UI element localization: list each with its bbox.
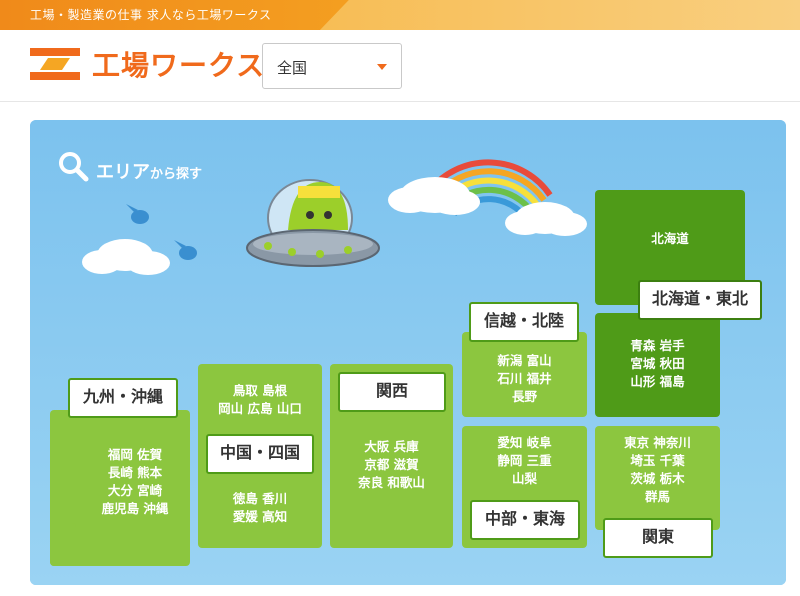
heading-main: エリア [96,162,150,183]
logo-text[interactable]: 工場ワークス [92,44,265,84]
pref-row: 大阪 兵庫 [364,439,419,454]
region-label-shinetsu[interactable]: 信越・北陸 [469,302,579,342]
pref-row: 福岡 佐賀 [107,447,163,462]
chevron-down-icon [377,64,387,70]
pref-row: 長野 [511,389,537,404]
site-header: 工場ワークス 全国 [0,30,800,102]
area-search-panel: エリアから探す 北海道 青森 岩手 宮城 秋田 山形 福島 北海道・東北 新潟 … [30,120,786,585]
pref-row: 奈良 和歌山 [358,475,425,490]
region-label-kyushu[interactable]: 九州・沖縄 [68,378,178,418]
region-label-kanto[interactable]: 関東 [603,518,713,558]
pref-row: 石川 福井 [497,371,552,386]
region-kanto[interactable]: 東京 神奈川 埼玉 千葉 茨城 栃木 群馬 [595,426,720,530]
pref-row: 岡山 広島 山口 [218,401,302,416]
pref-list-chugoku-top: 鳥取 島根 岡山 広島 山口 [198,382,322,418]
search-icon [59,152,89,182]
pref-list-kansai: 大阪 兵庫 京都 滋賀 奈良 和歌山 [330,438,453,492]
pref-row: 鳥取 島根 [232,383,288,398]
bird-icon [174,240,197,260]
pref-row: 長崎 熊本 [107,465,163,480]
pref-row: 京都 滋賀 [364,457,419,472]
pref-list-chugoku-bottom: 徳島 香川 愛媛 高知 [198,490,322,526]
area-search-heading: エリアから探す [96,158,202,184]
region-shinetsu[interactable]: 新潟 富山 石川 福井 長野 [462,332,587,417]
bird-icon [126,204,149,224]
pref-list-chubu: 愛知 岐阜 静岡 三重 山梨 [462,434,587,488]
region-select[interactable]: 全国 [262,43,402,89]
ufo-mascot-icon [246,179,380,267]
pref-row: 愛媛 高知 [232,509,288,524]
pref-list-tohoku: 青森 岩手 宮城 秋田 山形 福島 [595,337,720,391]
pref-row: 東京 神奈川 [624,435,691,450]
region-select-value: 全国 [277,59,308,77]
pref-row: 青森 岩手 [630,338,685,353]
pref-list-hokkaido: 北海道 [651,231,689,246]
pref-row: 山梨 [511,471,537,486]
top-bar-accent [320,0,800,30]
pref-row: 新潟 富山 [497,353,552,368]
pref-list-kanto: 東京 神奈川 埼玉 千葉 茨城 栃木 群馬 [595,434,720,506]
site-tagline: 工場・製造業の仕事 求人なら工場ワークス [30,8,272,22]
pref-row: 埼玉 千葉 [630,453,685,468]
pref-row: 鹿児島 沖縄 [101,501,169,516]
pref-list-shinetsu: 新潟 富山 石川 福井 長野 [462,352,587,406]
logo-icon[interactable] [30,48,80,80]
pref-row: 宮城 秋田 [630,356,685,371]
top-bar: 工場・製造業の仕事 求人なら工場ワークス [0,0,800,30]
region-tohoku[interactable]: 青森 岩手 宮城 秋田 山形 福島 [595,313,720,417]
pref-row: 静岡 三重 [497,453,552,468]
pref-row: 茨城 栃木 [630,471,685,486]
region-label-kansai[interactable]: 関西 [338,372,446,412]
pref-row: 愛知 岐阜 [497,435,552,450]
pref-row: 徳島 香川 [232,491,288,506]
pref-list-kyushu: 福岡 佐賀 長崎 熊本 大分 宮崎 鹿児島 沖縄 [80,446,190,518]
pref-row: 山形 福島 [630,374,685,389]
cloud-icon [82,239,170,275]
region-okinawa[interactable] [50,523,76,566]
region-label-chubu[interactable]: 中部・東海 [470,500,580,540]
heading-sub: から探す [150,167,203,182]
region-label-tohoku[interactable]: 北海道・東北 [638,280,762,320]
pref-row: 群馬 [644,489,670,504]
pref-row: 大分 宮崎 [107,483,163,498]
region-label-chugoku[interactable]: 中国・四国 [206,434,314,474]
